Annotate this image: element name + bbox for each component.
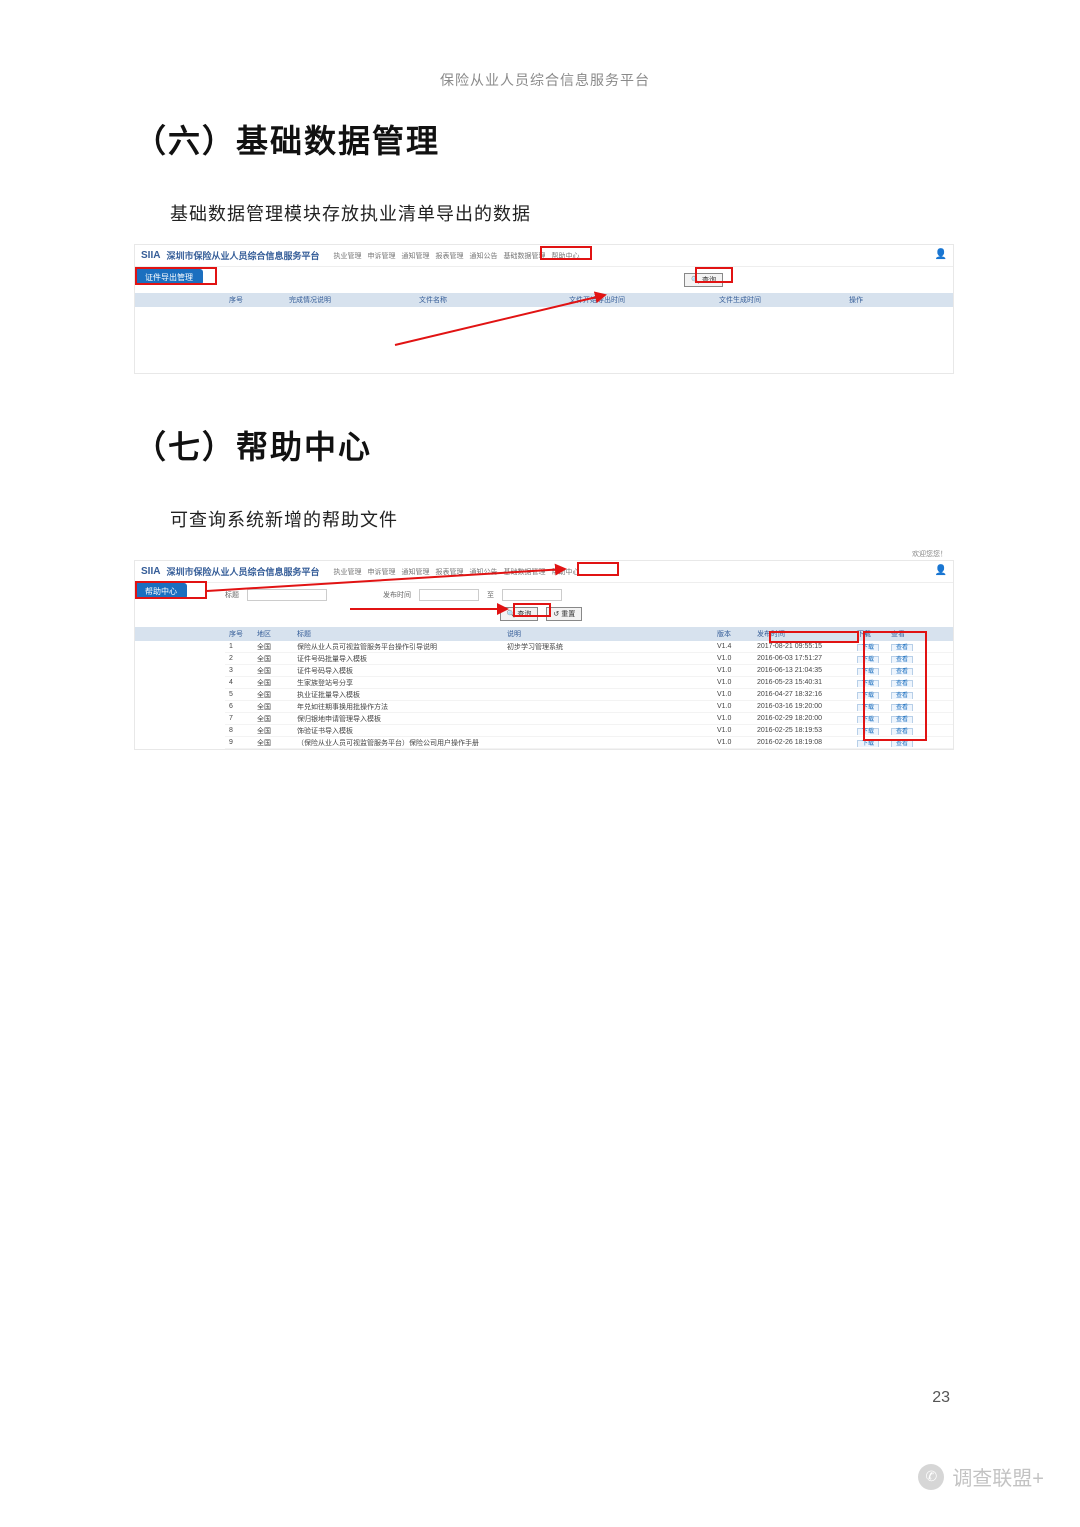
screenshot-basic-data: SIIA 深圳市保险从业人员综合信息服务平台 执业管理 申诉管理 通知管理 报表… bbox=[134, 244, 954, 374]
table-row: 2全国证件号码批量导入模板V1.02016-06-03 17:51:27下载查看 bbox=[225, 653, 953, 665]
app-title: 深圳市保险从业人员综合信息服务平台 bbox=[166, 565, 319, 578]
user-icon[interactable]: 👤 bbox=[935, 249, 947, 260]
col: 地区 bbox=[253, 629, 293, 639]
download-link[interactable]: 下载 bbox=[857, 704, 879, 711]
view-link[interactable]: 查看 bbox=[891, 704, 913, 711]
col: 文件名称 bbox=[415, 295, 565, 305]
app-menu: 执业管理 申诉管理 通知管理 报表管理 通知公告 基础数据管理 帮助中心 bbox=[333, 251, 579, 261]
app-logo: SIIA bbox=[141, 566, 160, 577]
download-link[interactable]: 下载 bbox=[857, 716, 879, 723]
menu-item[interactable]: 申诉管理 bbox=[367, 567, 395, 577]
grid-header: 序号 地区 标题 说明 版本 发布时间 下载 查看 bbox=[135, 627, 953, 641]
view-link[interactable]: 查看 bbox=[891, 680, 913, 687]
wechat-icon: ✆ bbox=[918, 1464, 944, 1490]
label-title: 标题 bbox=[225, 590, 239, 600]
col: 序号 bbox=[225, 295, 285, 305]
section-7-heading: （七）帮助中心 bbox=[134, 422, 980, 468]
col: 说明 bbox=[503, 629, 713, 639]
col: 查看 bbox=[887, 629, 921, 639]
footer-brand: ✆ 调查联盟+ bbox=[918, 1462, 1044, 1491]
col: 序号 bbox=[225, 629, 253, 639]
app-logo: SIIA bbox=[141, 250, 160, 261]
label-sep: 至 bbox=[487, 590, 494, 600]
download-link[interactable]: 下载 bbox=[857, 728, 879, 735]
input-end[interactable] bbox=[502, 589, 562, 601]
search-button[interactable]: 🔍 查询 bbox=[684, 273, 723, 287]
label-time: 发布时间 bbox=[383, 590, 411, 600]
col: 发布时间 bbox=[753, 629, 853, 639]
menu-item[interactable]: 执业管理 bbox=[333, 251, 361, 261]
grid-header: 序号 完成情况说明 文件名称 文件开始导出时间 文件生成时间 操作 bbox=[135, 293, 953, 307]
table-row: 7全国保归银地申请管理导入模板V1.02016-02-29 18:20:00下载… bbox=[225, 713, 953, 725]
download-link[interactable]: 下载 bbox=[857, 692, 879, 699]
input-title[interactable] bbox=[247, 589, 327, 601]
menu-item[interactable]: 通知公告 bbox=[469, 567, 497, 577]
col: 标题 bbox=[293, 629, 503, 639]
filter-row: 标题 发布时间 至 bbox=[135, 583, 953, 601]
page-number: 23 bbox=[932, 1389, 950, 1407]
section-7-body: 可查询系统新增的帮助文件 bbox=[170, 506, 980, 532]
view-link[interactable]: 查看 bbox=[891, 728, 913, 735]
col: 文件生成时间 bbox=[715, 295, 845, 305]
download-link[interactable]: 下载 bbox=[857, 740, 879, 747]
col: 下载 bbox=[853, 629, 887, 639]
menu-item[interactable]: 报表管理 bbox=[435, 567, 463, 577]
app-bar: SIIA 深圳市保险从业人员综合信息服务平台 执业管理 申诉管理 通知管理 报表… bbox=[135, 245, 953, 267]
col: 完成情况说明 bbox=[285, 295, 415, 305]
download-link[interactable]: 下载 bbox=[857, 680, 879, 687]
welcome-text: 欢迎您您！ bbox=[912, 549, 947, 559]
download-link[interactable]: 下载 bbox=[857, 656, 879, 663]
table-row: 1全国保险从业人员可视监管服务平台操作引导说明初步学习管理系统V1.42017-… bbox=[225, 641, 953, 653]
download-link[interactable]: 下载 bbox=[857, 668, 879, 675]
col: 操作 bbox=[845, 295, 915, 305]
view-link[interactable]: 查看 bbox=[891, 692, 913, 699]
view-link[interactable]: 查看 bbox=[891, 668, 913, 675]
menu-item[interactable]: 执业管理 bbox=[333, 567, 361, 577]
view-link[interactable]: 查看 bbox=[891, 740, 913, 747]
menu-item[interactable]: 申诉管理 bbox=[367, 251, 395, 261]
doc-top-title: 保险从业人员综合信息服务平台 bbox=[110, 70, 980, 90]
table-row: 8全国饰验证书导入模板V1.02016-02-25 18:19:53下载查看 bbox=[225, 725, 953, 737]
table-row: 5全国执业证批量导入模板V1.02016-04-27 18:32:16下载查看 bbox=[225, 689, 953, 701]
menu-item[interactable]: 通知管理 bbox=[401, 251, 429, 261]
user-icon[interactable]: 👤 bbox=[935, 565, 947, 576]
menu-item[interactable]: 帮助中心 bbox=[551, 251, 579, 261]
screenshot-help-center: 欢迎您您！ SIIA 深圳市保险从业人员综合信息服务平台 执业管理 申诉管理 通… bbox=[134, 560, 954, 750]
menu-item[interactable]: 报表管理 bbox=[435, 251, 463, 261]
col: 文件开始导出时间 bbox=[565, 295, 715, 305]
menu-item[interactable]: 通知公告 bbox=[469, 251, 497, 261]
table-row: 3全国证件号码导入模板V1.02016-06-13 21:04:35下载查看 bbox=[225, 665, 953, 677]
menu-item[interactable]: 基础数据管理 bbox=[503, 567, 545, 577]
view-link[interactable]: 查看 bbox=[891, 644, 913, 651]
app-bar: SIIA 深圳市保险从业人员综合信息服务平台 执业管理 申诉管理 通知管理 报表… bbox=[135, 561, 953, 583]
section-6-body: 基础数据管理模块存放执业清单导出的数据 bbox=[170, 200, 980, 226]
table-row: 9全国（保险从业人员可视监管服务平台）保险公司用户操作手册V1.02016-02… bbox=[225, 737, 953, 749]
section-6-heading: （六）基础数据管理 bbox=[134, 116, 980, 162]
sidebar-item-export[interactable]: 证件导出管理 bbox=[135, 269, 203, 285]
menu-item[interactable]: 基础数据管理 bbox=[503, 251, 545, 261]
menu-item[interactable]: 通知管理 bbox=[401, 567, 429, 577]
sidebar-item-help[interactable]: 帮助中心 bbox=[135, 583, 187, 599]
app-title: 深圳市保险从业人员综合信息服务平台 bbox=[166, 249, 319, 262]
footer-brand-text: 调查联盟+ bbox=[952, 1462, 1044, 1491]
table-row: 4全国生家族登站号分享V1.02016-05-23 15:40:31下载查看 bbox=[225, 677, 953, 689]
reset-button[interactable]: ↺ 重置 bbox=[546, 607, 582, 621]
menu-item[interactable]: 帮助中心 bbox=[551, 567, 579, 577]
input-start[interactable] bbox=[419, 589, 479, 601]
table-row: 6全国年兑如往期事换用批操作方法V1.02016-03-16 19:20:00下… bbox=[225, 701, 953, 713]
col: 版本 bbox=[713, 629, 753, 639]
view-link[interactable]: 查看 bbox=[891, 716, 913, 723]
search-button[interactable]: 🔍 查询 bbox=[500, 607, 539, 621]
app-menu: 执业管理 申诉管理 通知管理 报表管理 通知公告 基础数据管理 帮助中心 bbox=[333, 567, 579, 577]
download-link[interactable]: 下载 bbox=[857, 644, 879, 651]
view-link[interactable]: 查看 bbox=[891, 656, 913, 663]
